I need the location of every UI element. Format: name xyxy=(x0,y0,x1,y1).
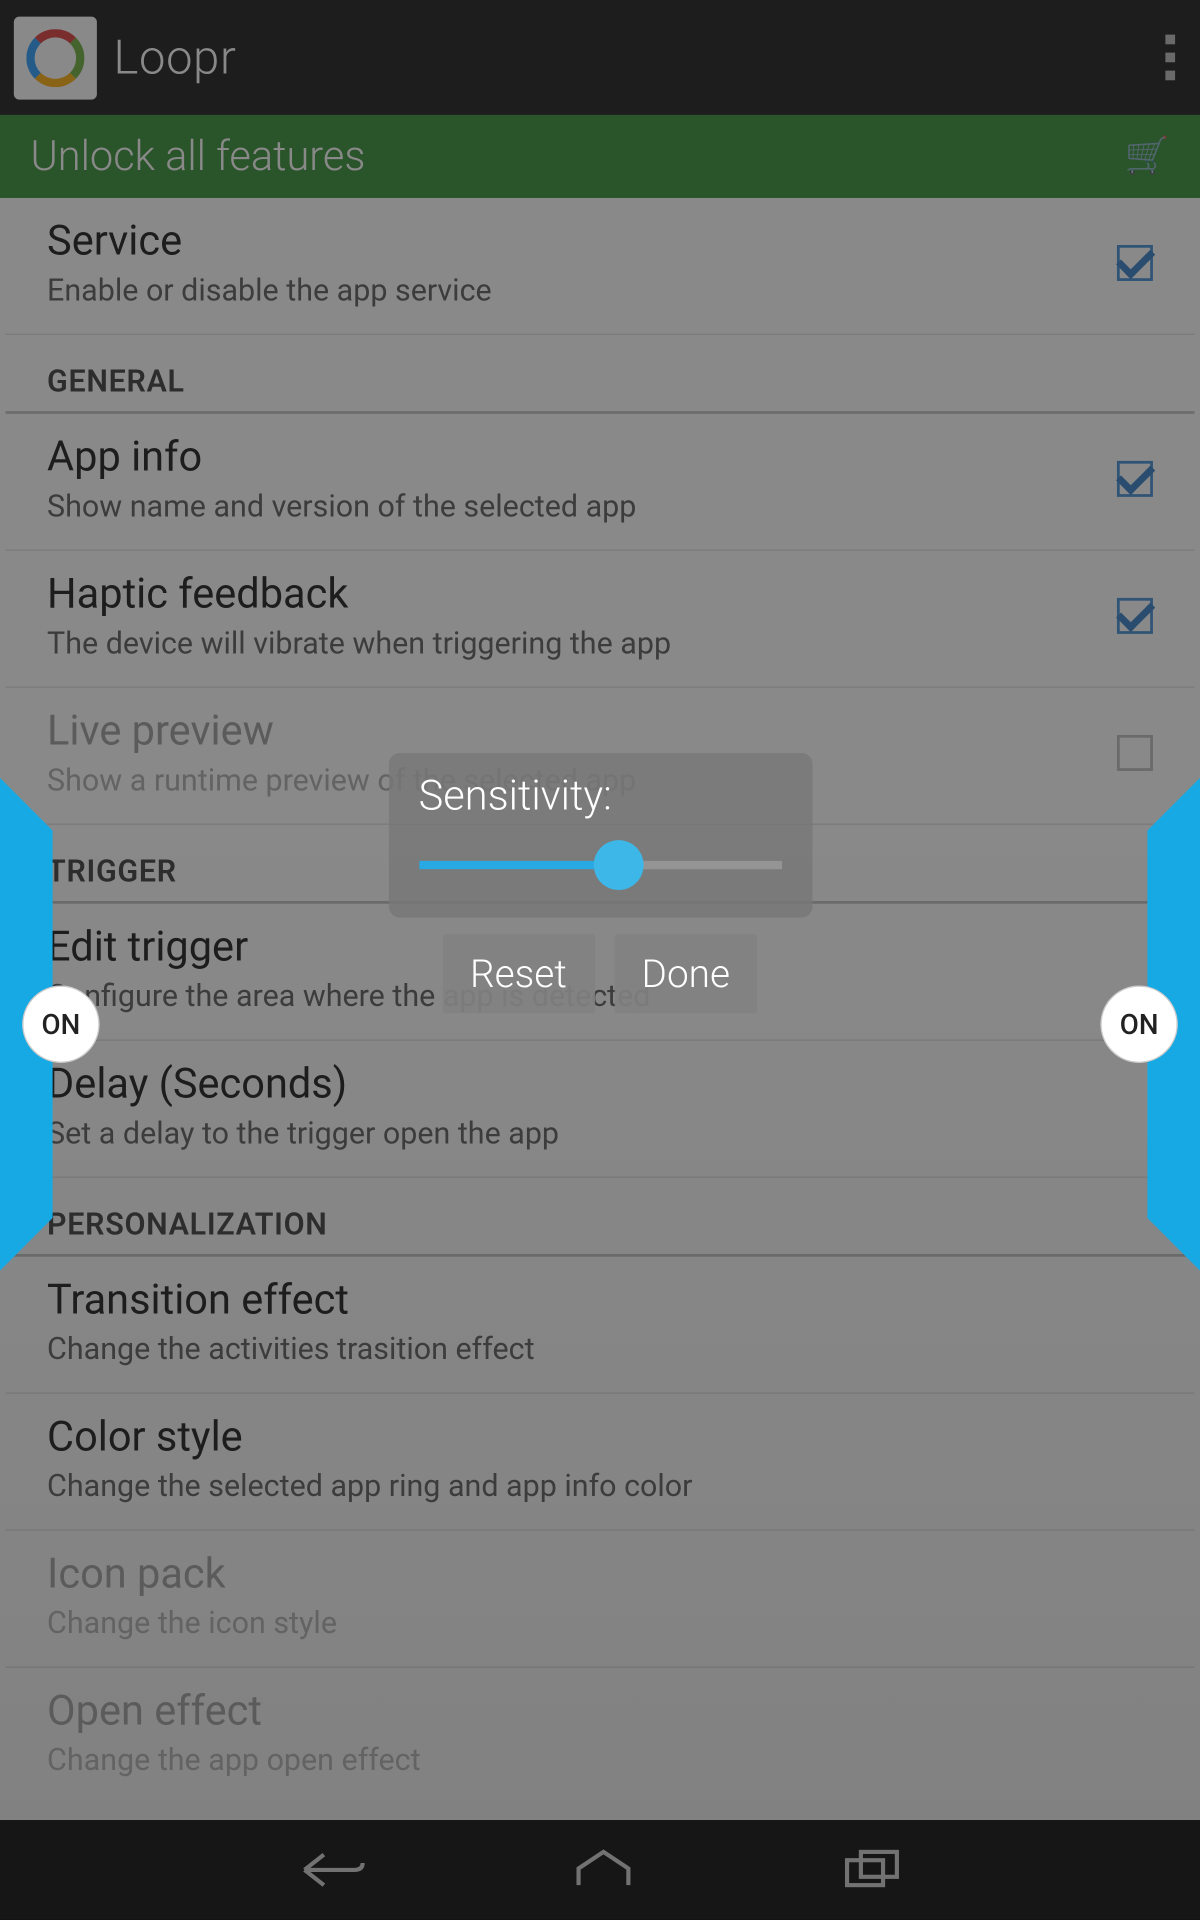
slider-thumb-icon[interactable] xyxy=(593,840,643,890)
dialog-title: Sensitivity: xyxy=(419,772,782,820)
trigger-handle-left[interactable]: ON xyxy=(0,830,78,1218)
handle-toggle-right[interactable]: ON xyxy=(1100,985,1178,1063)
reset-button[interactable]: Reset xyxy=(442,934,594,1013)
trigger-handle-right[interactable]: ON xyxy=(1122,830,1200,1218)
device-frame: Loopr Unlock all features 🛒 Service Enab… xyxy=(0,0,1200,1920)
sensitivity-slider[interactable] xyxy=(419,837,782,892)
sensitivity-dialog: Sensitivity: Reset Done xyxy=(388,753,812,1013)
handle-toggle-left[interactable]: ON xyxy=(22,985,100,1063)
done-button[interactable]: Done xyxy=(614,934,758,1013)
